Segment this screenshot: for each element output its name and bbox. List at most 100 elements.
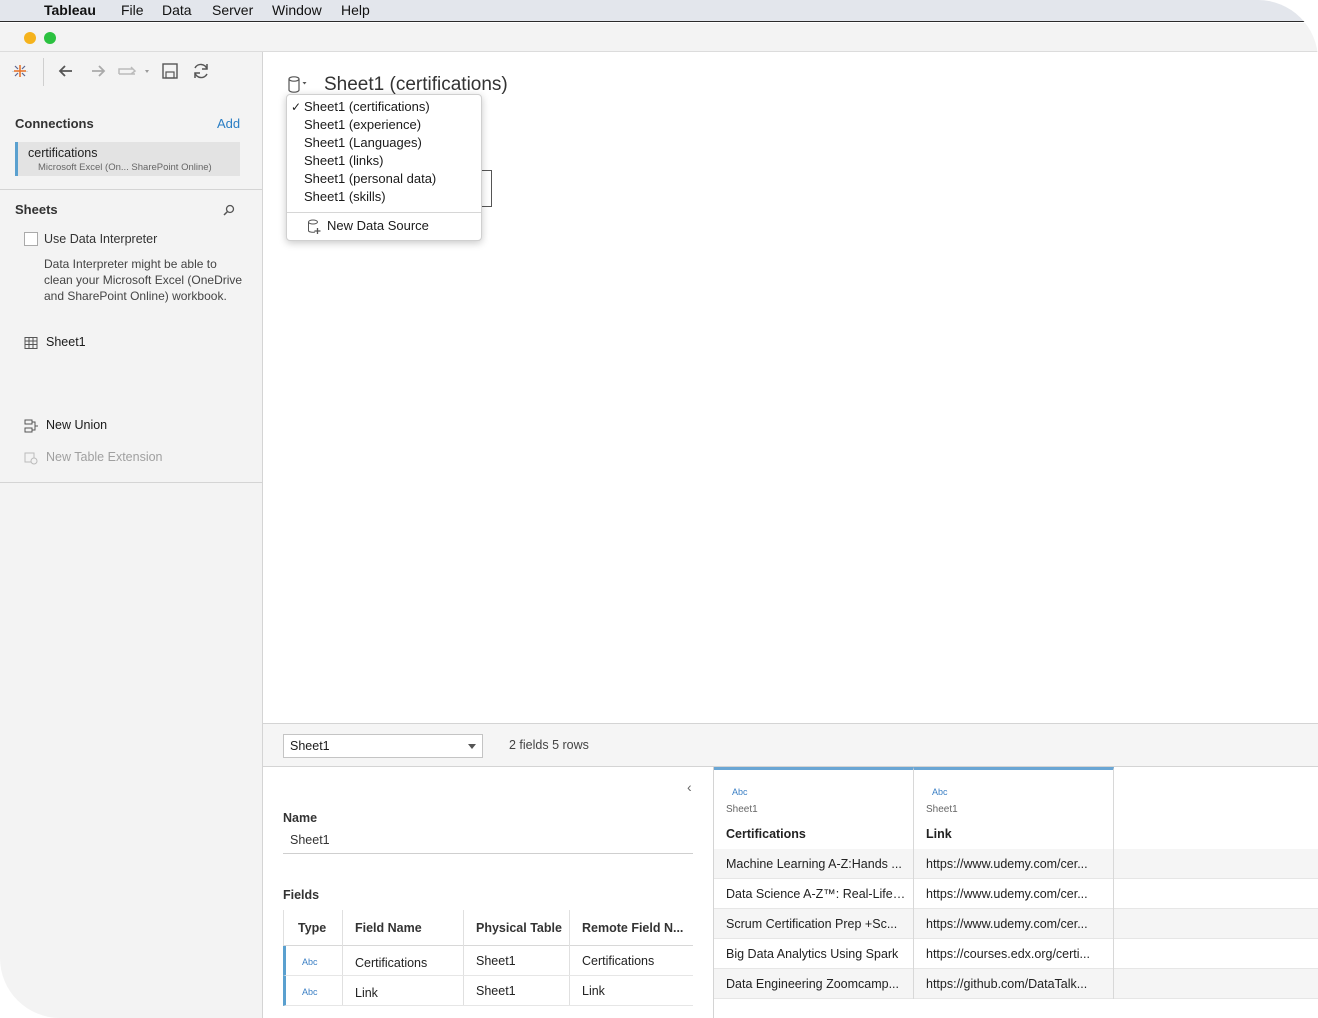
grid-cell: Machine Learning A-Z:Hands ... bbox=[726, 857, 902, 871]
fields-header-remote[interactable]: Remote Field N... bbox=[582, 921, 687, 935]
menu-app-name[interactable]: Tableau bbox=[44, 2, 96, 18]
fields-header-name[interactable]: Field Name bbox=[355, 921, 422, 935]
new-data-source-icon bbox=[308, 219, 321, 234]
menu-window[interactable]: Window bbox=[272, 2, 322, 18]
forward-arrow-icon[interactable] bbox=[88, 60, 108, 82]
checkmark-icon: ✓ bbox=[291, 100, 302, 114]
col-divider bbox=[1113, 879, 1114, 909]
union-icon bbox=[24, 419, 38, 433]
name-field[interactable]: Sheet1 bbox=[290, 833, 330, 847]
section-divider bbox=[0, 482, 262, 483]
data-source-icon[interactable] bbox=[287, 74, 309, 96]
left-pane: Connections Add certifications Microsoft… bbox=[0, 52, 263, 1018]
tableau-logo-icon[interactable] bbox=[10, 60, 30, 82]
menu-file[interactable]: File bbox=[121, 2, 144, 18]
refresh-icon[interactable] bbox=[191, 60, 211, 82]
dropdown-item-links[interactable]: Sheet1 (links) bbox=[304, 153, 383, 168]
name-label: Name bbox=[283, 811, 318, 825]
col-divider bbox=[1113, 909, 1114, 939]
section-divider bbox=[0, 189, 262, 190]
window-title-bar bbox=[0, 23, 1318, 52]
dropdown-item-certifications[interactable]: Sheet1 (certifications) bbox=[304, 99, 430, 114]
grid-cell: https://www.udemy.com/cer... bbox=[926, 887, 1088, 901]
menu-data[interactable]: Data bbox=[162, 2, 192, 18]
search-icon[interactable] bbox=[223, 204, 235, 216]
field-table: Sheet1 bbox=[476, 954, 516, 968]
column-type-icon[interactable]: Abc bbox=[932, 787, 948, 797]
grid-cell: Data Science A-Z™: Real-Life ... bbox=[726, 887, 906, 901]
sheets-title: Sheets bbox=[15, 202, 58, 217]
screen: Tableau File Data Server Window Help Con… bbox=[0, 0, 1318, 1018]
chevron-down-icon bbox=[468, 744, 476, 749]
col-divider bbox=[1113, 969, 1114, 999]
new-table-extension-label: New Table Extension bbox=[46, 450, 163, 464]
new-data-source-item[interactable]: New Data Source bbox=[327, 218, 429, 233]
table-row: Data Engineering Zoomcamp... https://git… bbox=[714, 969, 1318, 999]
column-header-certifications[interactable]: Abc Sheet1 Certifications bbox=[714, 767, 914, 849]
menu-bar: Tableau File Data Server Window Help bbox=[0, 0, 1318, 22]
table-extension-icon bbox=[24, 452, 38, 465]
name-underline bbox=[283, 853, 693, 854]
sheet-item-label: Sheet1 bbox=[46, 335, 86, 349]
data-interpreter-label[interactable]: Use Data Interpreter bbox=[44, 232, 157, 246]
connections-title: Connections bbox=[15, 116, 94, 131]
column-source: Sheet1 bbox=[726, 804, 758, 815]
toolbar bbox=[0, 52, 263, 92]
column-source: Sheet1 bbox=[926, 804, 958, 815]
table-row: Big Data Analytics Using Spark https://c… bbox=[714, 939, 1318, 969]
add-connection-link[interactable]: Add bbox=[217, 116, 240, 131]
save-icon[interactable] bbox=[160, 60, 180, 82]
sheet-select[interactable]: Sheet1 bbox=[283, 734, 483, 758]
redo-icon[interactable] bbox=[117, 60, 153, 82]
fields-header-table[interactable]: Physical Table bbox=[476, 921, 562, 935]
column-name: Certifications bbox=[726, 827, 806, 841]
col-divider bbox=[1113, 849, 1114, 879]
field-name: Certifications bbox=[355, 956, 428, 970]
menu-server[interactable]: Server bbox=[212, 2, 253, 18]
column-name: Link bbox=[926, 827, 952, 841]
dropdown-item-skills[interactable]: Sheet1 (skills) bbox=[304, 189, 386, 204]
data-source-title[interactable]: Sheet1 (certifications) bbox=[324, 74, 508, 96]
grid-cell: Big Data Analytics Using Spark bbox=[726, 947, 899, 961]
dropdown-item-languages[interactable]: Sheet1 (Languages) bbox=[304, 135, 422, 150]
grid-cell: https://www.udemy.com/cer... bbox=[926, 857, 1088, 871]
table-row: Machine Learning A-Z:Hands ... https://w… bbox=[714, 849, 1318, 879]
col-divider bbox=[913, 969, 914, 999]
field-remote: Link bbox=[582, 984, 605, 998]
bottom-toolbar: Sheet1 2 fields 5 rows bbox=[263, 723, 1318, 767]
field-table: Sheet1 bbox=[476, 984, 516, 998]
grid-cell: https://courses.edx.org/certi... bbox=[926, 947, 1090, 961]
zoom-button[interactable] bbox=[44, 32, 56, 44]
metadata-pane: ‹ Name Sheet1 Fields Type Field Name Phy… bbox=[263, 767, 713, 1018]
data-grid: Abc Sheet1 Certifications Abc Sheet1 Lin… bbox=[713, 767, 1318, 1018]
col-divider bbox=[913, 939, 914, 969]
dropdown-item-experience[interactable]: Sheet1 (experience) bbox=[304, 117, 421, 132]
connection-item[interactable]: certifications Microsoft Excel (On... Sh… bbox=[15, 142, 240, 176]
col-divider bbox=[913, 909, 914, 939]
fields-label: Fields bbox=[283, 888, 320, 902]
dropdown-item-personal-data[interactable]: Sheet1 (personal data) bbox=[304, 171, 436, 186]
data-interpreter-checkbox[interactable] bbox=[24, 232, 38, 246]
column-header-link[interactable]: Abc Sheet1 Link bbox=[914, 767, 1114, 849]
menu-help[interactable]: Help bbox=[341, 2, 370, 18]
col-divider bbox=[913, 879, 914, 909]
grid-cell: https://github.com/DataTalk... bbox=[926, 977, 1088, 991]
column-type-icon[interactable]: Abc bbox=[732, 787, 748, 797]
toolbar-divider bbox=[43, 58, 44, 86]
col-divider bbox=[913, 849, 914, 879]
field-type-icon: Abc bbox=[302, 957, 318, 967]
fields-header-type[interactable]: Type bbox=[298, 921, 326, 935]
field-row[interactable]: Abc Certifications Sheet1 Certifications bbox=[283, 946, 693, 976]
fields-rows-count: 2 fields 5 rows bbox=[509, 738, 589, 752]
grid-cell: https://www.udemy.com/cer... bbox=[926, 917, 1088, 931]
collapse-icon[interactable]: ‹ bbox=[687, 779, 692, 795]
connection-type: Microsoft Excel (On... SharePoint Online… bbox=[38, 162, 212, 173]
field-type-icon: Abc bbox=[302, 987, 318, 997]
field-remote: Certifications bbox=[582, 954, 655, 968]
table-row: Scrum Certification Prep +Sc... https://… bbox=[714, 909, 1318, 939]
grid-cell: Scrum Certification Prep +Sc... bbox=[726, 917, 898, 931]
field-row[interactable]: Abc Link Sheet1 Link bbox=[283, 976, 693, 1006]
back-arrow-icon[interactable] bbox=[56, 60, 76, 82]
minimize-button[interactable] bbox=[24, 32, 36, 44]
table-icon bbox=[24, 337, 38, 349]
